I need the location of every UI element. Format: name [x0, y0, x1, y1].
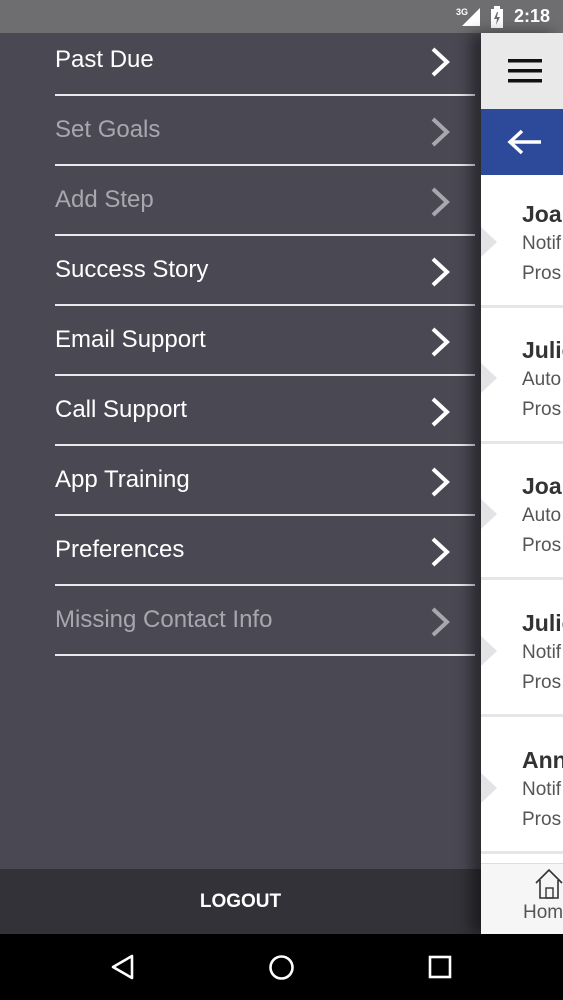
menu-item-label: Call Support — [55, 396, 188, 423]
row-pointer — [481, 773, 497, 803]
contact-detail: Auto — [522, 369, 562, 390]
row-pointer — [481, 227, 497, 257]
contact-name: Joa — [522, 201, 562, 227]
contact-detail: Notif — [522, 642, 562, 663]
list-item[interactable]: Julie Notif Pros — [481, 584, 563, 717]
menu-item-call-support[interactable]: Call Support — [55, 374, 475, 444]
row-pointer — [481, 499, 497, 529]
chevron-right-icon — [431, 327, 450, 357]
chevron-right-icon — [431, 187, 450, 217]
row-pointer — [481, 363, 497, 393]
main-content: Joa Notif Pros Julie Auto Pros Joa Auto … — [481, 33, 563, 934]
list-item[interactable]: Joa Notif Pros — [481, 175, 563, 308]
sub-header-bar — [481, 109, 563, 175]
top-app-bar — [481, 33, 563, 109]
battery-icon — [491, 6, 503, 28]
home-nav-icon[interactable] — [268, 954, 295, 981]
menu-item-label: Email Support — [55, 326, 206, 353]
menu-item-label: Preferences — [55, 536, 185, 563]
back-arrow-icon[interactable] — [507, 127, 543, 157]
contact-status: Pros — [522, 263, 562, 284]
row-pointer — [481, 636, 497, 666]
menu-item-preferences[interactable]: Preferences — [55, 514, 475, 584]
back-nav-icon[interactable] — [110, 954, 136, 980]
menu-item-missing-contact-info[interactable]: Missing Contact Info — [55, 584, 475, 654]
contact-detail: Notif — [522, 779, 562, 800]
contact-detail: Notif — [522, 233, 562, 254]
bottom-tab-bar: Hom — [481, 863, 563, 934]
chevron-right-icon — [431, 397, 450, 427]
contact-detail: Auto — [522, 505, 562, 526]
chevron-right-icon — [431, 537, 450, 567]
contact-name: Julie — [522, 337, 563, 363]
recents-nav-icon[interactable] — [428, 955, 452, 979]
status-bar: 3G 2:18 — [0, 0, 563, 33]
clock: 2:18 — [514, 6, 551, 26]
menu-item-label: Past Due — [55, 46, 154, 73]
list-item[interactable]: Joa Auto Pros — [481, 447, 563, 580]
drawer-menu: Past Due Set Goals Add Step Success Stor… — [55, 46, 475, 656]
system-navigation-bar — [0, 934, 563, 1000]
list-item[interactable]: Ann Notif Pros — [481, 721, 563, 854]
menu-item-label: Missing Contact Info — [55, 606, 273, 633]
chevron-right-icon — [431, 467, 450, 497]
contact-name: Julie — [522, 610, 563, 636]
logout-button[interactable]: LOGOUT — [0, 869, 481, 934]
contact-status: Pros — [522, 399, 562, 420]
tab-home-label[interactable]: Hom — [523, 902, 563, 924]
menu-item-email-support[interactable]: Email Support — [55, 304, 475, 374]
menu-item-label: Set Goals — [55, 116, 161, 143]
chevron-right-icon — [431, 257, 450, 287]
contact-status: Pros — [522, 809, 562, 830]
menu-item-label: App Training — [55, 466, 190, 493]
contact-status: Pros — [522, 672, 562, 693]
contact-name: Ann — [522, 747, 563, 773]
contact-name: Joa — [522, 473, 562, 499]
chevron-right-icon — [431, 607, 450, 637]
menu-item-app-training[interactable]: App Training — [55, 444, 475, 514]
list-item[interactable]: Julie Auto Pros — [481, 311, 563, 444]
chevron-right-icon — [431, 47, 450, 77]
menu-item-label: Add Step — [55, 186, 154, 213]
home-icon[interactable] — [534, 868, 563, 900]
menu-item-set-goals[interactable]: Set Goals — [55, 94, 475, 164]
hamburger-menu-icon[interactable] — [508, 59, 542, 83]
menu-item-add-step[interactable]: Add Step — [55, 164, 475, 234]
contact-status: Pros — [522, 535, 562, 556]
signal-icon: 3G — [456, 7, 480, 26]
network-type-label: 3G — [456, 7, 468, 17]
chevron-right-icon — [431, 117, 450, 147]
menu-item-success-story[interactable]: Success Story — [55, 234, 475, 304]
menu-item-past-due[interactable]: Past Due — [55, 46, 475, 94]
menu-item-label: Success Story — [55, 256, 209, 283]
menu-divider — [55, 654, 475, 656]
navigation-drawer: Past Due Set Goals Add Step Success Stor… — [0, 33, 481, 934]
